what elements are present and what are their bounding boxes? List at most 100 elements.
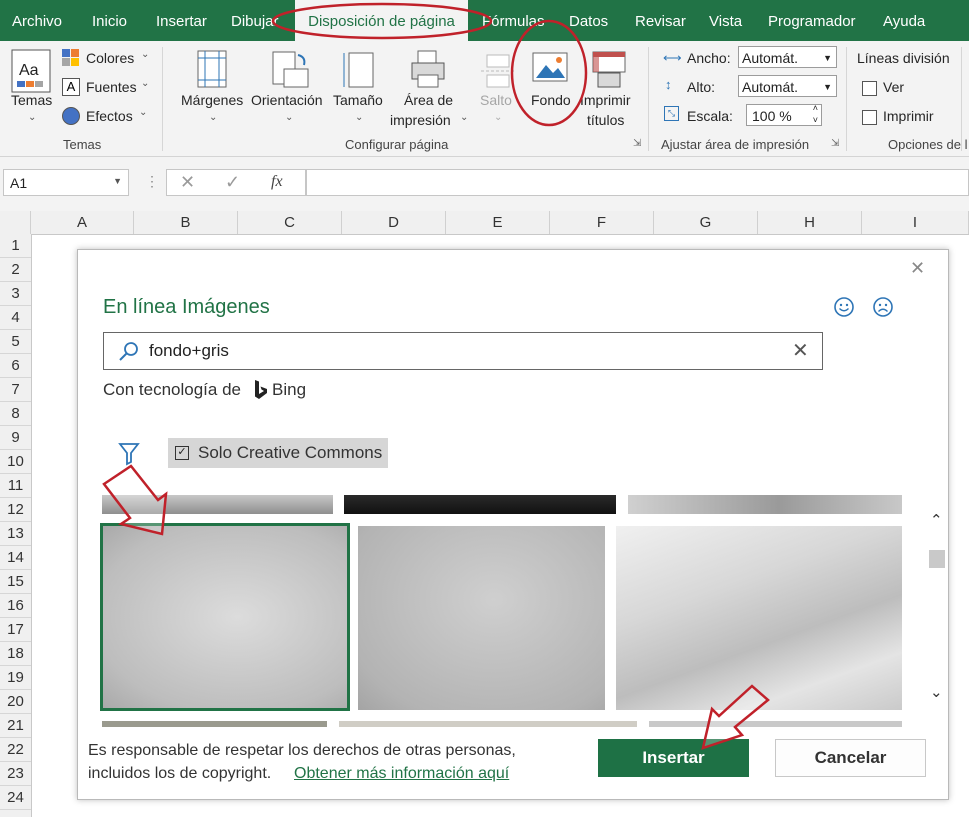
width-select[interactable]: Automát. ▼ bbox=[738, 46, 837, 68]
row-header[interactable]: 22 bbox=[0, 738, 31, 762]
image-thumbnail[interactable] bbox=[339, 721, 637, 727]
tab-disposicion-de-pagina[interactable]: Disposición de página bbox=[295, 0, 468, 41]
column-header[interactable]: G bbox=[654, 211, 758, 234]
filter-icon[interactable] bbox=[118, 442, 140, 466]
row-header[interactable]: 23 bbox=[0, 762, 31, 786]
scrollbar-thumb[interactable] bbox=[929, 550, 945, 568]
row-header[interactable]: 14 bbox=[0, 546, 31, 570]
row-header[interactable]: 1 bbox=[0, 234, 31, 258]
row-header[interactable]: 24 bbox=[0, 786, 31, 810]
row-header[interactable]: 2 bbox=[0, 258, 31, 282]
row-header[interactable]: 19 bbox=[0, 666, 31, 690]
column-header[interactable]: C bbox=[238, 211, 342, 234]
column-header[interactable]: B bbox=[134, 211, 238, 234]
tab-formulas[interactable]: Fórmulas bbox=[482, 0, 545, 41]
smile-feedback-icon[interactable] bbox=[833, 296, 855, 318]
row-header[interactable]: 3 bbox=[0, 282, 31, 306]
image-thumbnail[interactable] bbox=[102, 495, 333, 514]
column-header[interactable]: H bbox=[758, 211, 862, 234]
gridlines-print-checkbox[interactable] bbox=[862, 110, 877, 125]
tab-insertar[interactable]: Insertar bbox=[156, 0, 207, 41]
tab-inicio[interactable]: Inicio bbox=[92, 0, 127, 41]
chevron-down-icon: ⌄ bbox=[141, 78, 150, 89]
frown-feedback-icon[interactable] bbox=[872, 296, 894, 318]
image-thumbnail[interactable] bbox=[616, 526, 902, 710]
row-header[interactable]: 8 bbox=[0, 402, 31, 426]
scroll-up-icon[interactable]: ⌃ bbox=[930, 511, 943, 529]
ribbon: Aa Temas ⌄ Colores ⌄ A Fuentes ⌄ Efectos… bbox=[0, 41, 969, 157]
tab-archivo[interactable]: Archivo bbox=[12, 0, 62, 41]
column-header[interactable]: F bbox=[550, 211, 654, 234]
page-break-icon bbox=[481, 54, 515, 88]
search-input[interactable]: fondo+gris ✕ bbox=[103, 332, 823, 370]
dialog-launcher-icon[interactable]: ⇲ bbox=[633, 138, 641, 149]
row-header[interactable]: 11 bbox=[0, 474, 31, 498]
height-value: Automát. bbox=[742, 79, 799, 95]
fonts-label: Fuentes bbox=[86, 79, 137, 95]
tab-datos[interactable]: Datos bbox=[569, 0, 608, 41]
row-header[interactable]: 12 bbox=[0, 498, 31, 522]
results-scrollbar[interactable]: ⌃ ⌄ bbox=[927, 495, 947, 710]
scroll-down-icon[interactable]: ⌄ bbox=[930, 683, 943, 701]
bing-logo-icon bbox=[255, 380, 267, 399]
close-icon[interactable]: ✕ bbox=[910, 258, 925, 279]
image-thumbnail[interactable] bbox=[628, 495, 902, 514]
row-header[interactable]: 5 bbox=[0, 330, 31, 354]
height-label: Alto: bbox=[687, 79, 716, 95]
cancel-entry-icon[interactable]: ✕ bbox=[180, 172, 195, 193]
creative-commons-filter[interactable]: ✓ Solo Creative Commons bbox=[168, 438, 388, 468]
confirm-entry-icon[interactable]: ✓ bbox=[225, 172, 240, 193]
image-thumbnail[interactable] bbox=[358, 526, 605, 710]
dropdown-arrow-icon: ▼ bbox=[823, 82, 832, 92]
image-thumbnail[interactable] bbox=[102, 721, 327, 727]
print-area-icon bbox=[411, 50, 445, 88]
spinner-arrows-icon[interactable]: ˄ ˅ bbox=[813, 102, 818, 126]
fonts-icon: A bbox=[62, 78, 80, 96]
image-thumbnail-selected[interactable] bbox=[100, 523, 350, 711]
clear-search-icon[interactable]: ✕ bbox=[792, 338, 809, 363]
column-header[interactable]: A bbox=[31, 211, 134, 234]
dialog-launcher-icon[interactable]: ⇲ bbox=[831, 138, 839, 149]
row-header[interactable]: 13 bbox=[0, 522, 31, 546]
group-separator bbox=[648, 47, 649, 151]
cancel-button[interactable]: Cancelar bbox=[775, 739, 926, 777]
image-thumbnail[interactable] bbox=[649, 721, 902, 727]
row-header[interactable]: 15 bbox=[0, 570, 31, 594]
checkbox-checked-icon[interactable]: ✓ bbox=[175, 446, 189, 460]
tab-vista[interactable]: Vista bbox=[709, 0, 742, 41]
image-thumbnail[interactable] bbox=[344, 495, 616, 514]
print-area-label-2: impresión bbox=[390, 112, 451, 128]
row-header[interactable]: 17 bbox=[0, 618, 31, 642]
insert-button[interactable]: Insertar bbox=[598, 739, 749, 777]
row-header[interactable]: 4 bbox=[0, 306, 31, 330]
gridlines-view-checkbox[interactable] bbox=[862, 81, 877, 96]
row-header[interactable]: 10 bbox=[0, 450, 31, 474]
select-all-corner[interactable] bbox=[0, 211, 31, 234]
tab-dibujar[interactable]: Dibujar bbox=[231, 0, 279, 41]
row-header[interactable]: 7 bbox=[0, 378, 31, 402]
page-size-icon bbox=[343, 52, 374, 88]
formula-input[interactable] bbox=[306, 169, 969, 196]
row-header[interactable]: 16 bbox=[0, 594, 31, 618]
row-header[interactable]: 9 bbox=[0, 426, 31, 450]
row-header[interactable]: 20 bbox=[0, 690, 31, 714]
row-header[interactable]: 21 bbox=[0, 714, 31, 738]
height-select[interactable]: Automát. ▼ bbox=[738, 75, 837, 97]
group-label-ajustar-area: Ajustar área de impresión bbox=[661, 137, 810, 152]
search-icon bbox=[119, 342, 138, 361]
column-header[interactable]: E bbox=[446, 211, 550, 234]
tab-revisar[interactable]: Revisar bbox=[635, 0, 686, 41]
tab-programador[interactable]: Programador bbox=[768, 0, 856, 41]
row-header[interactable]: 6 bbox=[0, 354, 31, 378]
column-header[interactable]: D bbox=[342, 211, 446, 234]
more-options-icon: ⋮ bbox=[145, 173, 159, 189]
scale-spinner[interactable]: 100 % ˄ ˅ bbox=[746, 102, 822, 126]
name-box[interactable]: A1 ▼ bbox=[3, 169, 129, 196]
disclaimer-line-1: Es responsable de respetar los derechos … bbox=[88, 742, 516, 759]
more-info-link[interactable]: Obtener más información aquí bbox=[294, 765, 509, 783]
column-header[interactable]: I bbox=[862, 211, 969, 234]
tab-ayuda[interactable]: Ayuda bbox=[883, 0, 925, 41]
insert-function-icon[interactable]: fx bbox=[271, 173, 283, 191]
row-header[interactable]: 18 bbox=[0, 642, 31, 666]
margins-label: Márgenes bbox=[181, 92, 244, 108]
